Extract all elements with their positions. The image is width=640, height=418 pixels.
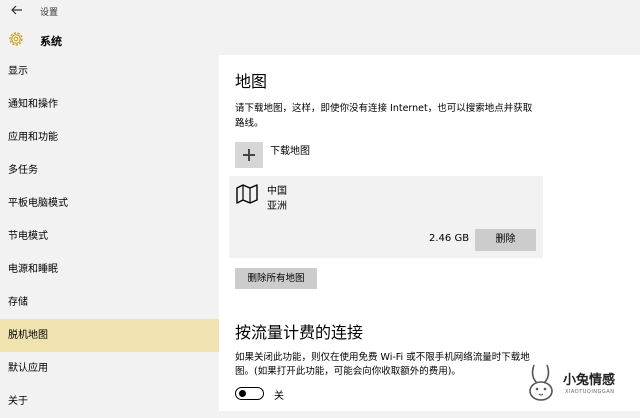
sidebar-item-storage[interactable]: 存储 bbox=[0, 286, 219, 319]
map-continent-name: 亚洲 bbox=[267, 201, 287, 212]
main-content: 地图 请下载地图，这样，即使你没有连接 Internet，也可以搜索地点并获取路… bbox=[219, 55, 640, 411]
downloaded-map-item[interactable]: 中国 亚洲 2.46 GB 删除 bbox=[229, 176, 543, 258]
sidebar-item-display[interactable]: 显示 bbox=[0, 55, 219, 88]
sidebar-item-multitasking[interactable]: 多任务 bbox=[0, 154, 219, 187]
metered-toggle-state: 关 bbox=[274, 391, 284, 402]
sidebar-item-about[interactable]: 关于 bbox=[0, 385, 219, 418]
sidebar-item-tablet-mode[interactable]: 平板电脑模式 bbox=[0, 187, 219, 220]
sidebar-item-notifications[interactable]: 通知和操作 bbox=[0, 88, 219, 121]
sidebar-item-power-sleep[interactable]: 电源和睡眠 bbox=[0, 253, 219, 286]
window-title: 设置 bbox=[40, 8, 59, 18]
page-title: 系统 bbox=[40, 35, 62, 48]
map-icon bbox=[236, 184, 258, 204]
back-arrow-icon[interactable] bbox=[10, 3, 24, 17]
sidebar: 显示 通知和操作 应用和功能 多任务 平板电脑模式 节电模式 电源和睡眠 存储 … bbox=[0, 55, 219, 411]
map-region-name: 中国 bbox=[267, 186, 287, 197]
sidebar-item-default-apps[interactable]: 默认应用 bbox=[0, 352, 219, 385]
map-size: 2.46 GB bbox=[429, 233, 470, 244]
page-header: 系统 bbox=[0, 22, 640, 58]
sidebar-item-apps[interactable]: 应用和功能 bbox=[0, 121, 219, 154]
watermark-title: 小兔情感 bbox=[563, 373, 616, 388]
metered-heading: 按流量计费的连接 bbox=[235, 323, 364, 342]
toggle-knob bbox=[239, 390, 246, 397]
download-maps-link[interactable]: 下载地图 bbox=[270, 142, 310, 157]
maps-heading: 地图 bbox=[235, 72, 268, 91]
title-bar: 设置 bbox=[0, 0, 640, 22]
watermark: 小兔情感 XIAOTUQINGGAN bbox=[525, 361, 635, 409]
maps-description: 请下载地图，这样，即使你没有连接 Internet，也可以搜索地点并获取路线。 bbox=[235, 103, 533, 129]
metered-toggle[interactable] bbox=[235, 387, 264, 400]
delete-map-button[interactable]: 删除 bbox=[475, 229, 536, 251]
gear-icon bbox=[9, 32, 23, 46]
watermark-subtitle: XIAOTUQINGGAN bbox=[565, 389, 615, 395]
sidebar-item-offline-maps[interactable]: 脱机地图 bbox=[0, 319, 219, 352]
delete-all-maps-button[interactable]: 删除所有地图 bbox=[235, 268, 317, 289]
sidebar-item-battery-saver[interactable]: 节电模式 bbox=[0, 220, 219, 253]
rabbit-logo-icon bbox=[529, 364, 553, 401]
add-map-button[interactable] bbox=[235, 142, 263, 168]
metered-description: 如果关闭此功能，则仅在使用免费 Wi-Fi 或不限手机网络流量时下载地图。(如果… bbox=[235, 352, 530, 377]
